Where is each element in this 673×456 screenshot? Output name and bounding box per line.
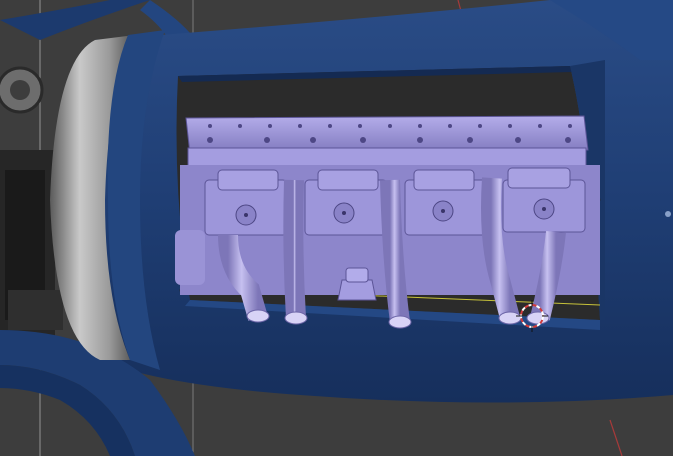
3d-viewport[interactable] [0,0,673,456]
cylinder-3[interactable] [404,169,488,236]
cylinder-1[interactable] [204,169,288,236]
viewport-canvas[interactable] [0,0,673,456]
cylinder-2[interactable] [304,169,388,236]
